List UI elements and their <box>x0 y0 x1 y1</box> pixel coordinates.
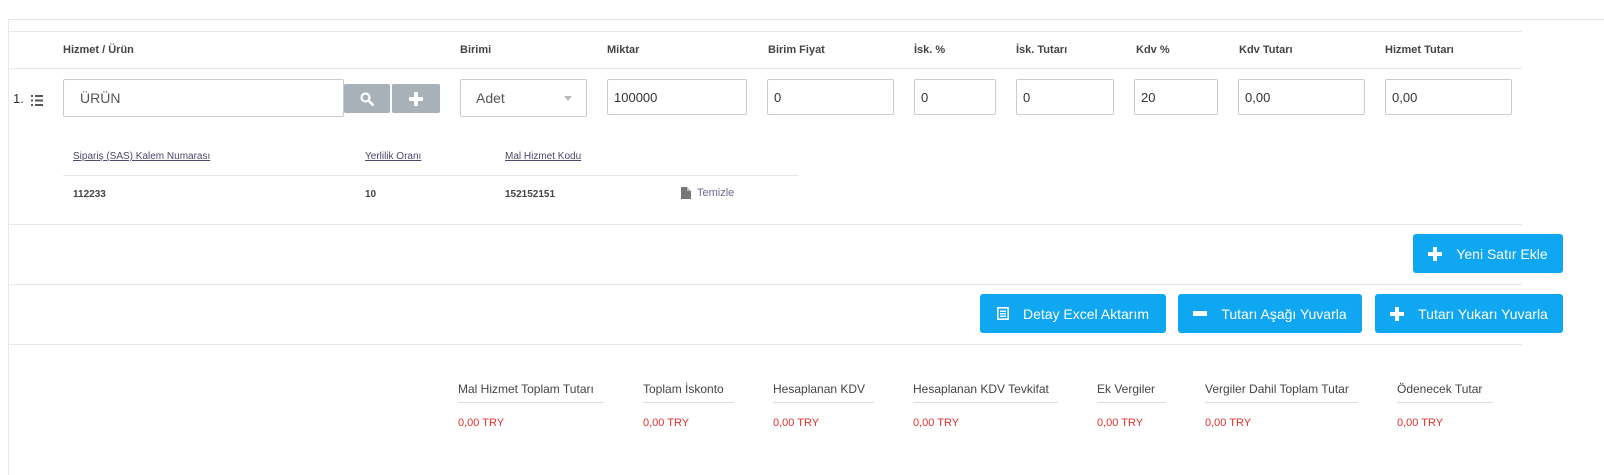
document-icon <box>996 307 1009 320</box>
discount-amount-input[interactable]: 0 <box>1016 79 1114 115</box>
plus-icon <box>409 91 423 106</box>
detail-header-order-line-no[interactable]: Sipariş (SAS) Kalem Numarası <box>73 151 210 162</box>
left-border <box>8 19 9 475</box>
detail-divider <box>63 175 798 176</box>
new-row-label: Yeni Satır Ekle <box>1456 245 1548 262</box>
quantity-input[interactable]: 100000 <box>607 79 747 115</box>
top-border <box>8 19 1604 20</box>
detail-value-locality-rate: 10 <box>365 189 377 200</box>
minus-icon <box>1193 311 1208 316</box>
vat-amount-input[interactable]: 0,00 <box>1238 79 1365 115</box>
total-label-vat-withholding: Hesaplanan KDV Tevkifat <box>913 382 1049 396</box>
add-product-button[interactable] <box>392 84 440 113</box>
col-header-quantity: Miktar <box>607 44 640 56</box>
plus-icon <box>1390 306 1405 321</box>
unit-select-value: Adet <box>476 90 505 106</box>
total-underline <box>1205 402 1358 403</box>
total-label-discount: Toplam İskonto <box>643 382 724 396</box>
actions-bottom-line <box>8 344 1522 345</box>
total-underline <box>773 402 874 403</box>
col-header-service: Hizmet / Ürün <box>63 44 134 56</box>
detail-value-order-line-no: 112233 <box>73 189 106 200</box>
total-underline <box>913 402 1058 403</box>
plus-icon <box>1428 246 1443 261</box>
total-value-goods-service: 0,00 TRY <box>458 417 505 429</box>
new-row-bottom-line <box>8 284 1522 285</box>
col-header-vat-pct: Kdv % <box>1136 44 1170 56</box>
total-value-vat: 0,00 TRY <box>773 417 820 429</box>
discount-pct-input[interactable]: 0 <box>914 79 996 115</box>
total-label-incl-taxes: Vergiler Dahil Toplam Tutar <box>1205 382 1349 396</box>
col-header-discount-amount: İsk. Tutarı <box>1016 44 1068 56</box>
total-underline <box>1097 402 1166 403</box>
total-label-additional-taxes: Ek Vergiler <box>1097 382 1156 396</box>
header-top-line <box>8 31 1522 32</box>
col-header-unit-price: Birim Fiyat <box>768 44 825 56</box>
new-row-button[interactable]: Yeni Satır Ekle <box>1413 234 1563 273</box>
round-up-label: Tutarı Yukarı Yuvarla <box>1418 305 1548 322</box>
round-up-button[interactable]: Tutarı Yukarı Yuvarla <box>1375 294 1563 333</box>
total-value-discount: 0,00 TRY <box>643 417 690 429</box>
total-underline <box>458 402 604 403</box>
clear-detail-label: Temizle <box>697 187 735 199</box>
detail-header-goods-service-code[interactable]: Mal Hizmet Kodu <box>505 151 581 162</box>
file-icon <box>681 187 691 199</box>
row-index: 1. <box>13 91 24 106</box>
total-value-additional-taxes: 0,00 TRY <box>1097 417 1144 429</box>
total-value-payable: 0,00 TRY <box>1397 417 1444 429</box>
chevron-down-icon <box>564 96 572 101</box>
excel-export-label: Detay Excel Aktarım <box>1022 305 1150 322</box>
unit-price-input[interactable]: 0 <box>767 79 894 115</box>
round-down-button[interactable]: Tutarı Aşağı Yuvarla <box>1178 294 1362 333</box>
row-bottom-line <box>8 224 1522 225</box>
search-icon <box>360 91 374 106</box>
total-underline <box>643 402 734 403</box>
total-label-vat: Hesaplanan KDV <box>773 382 866 396</box>
product-input[interactable]: ÜRÜN <box>63 79 344 117</box>
col-header-vat-amount: Kdv Tutarı <box>1239 44 1293 56</box>
col-header-service-amount: Hizmet Tutarı <box>1385 44 1454 56</box>
service-amount-input[interactable]: 0,00 <box>1385 79 1512 115</box>
unit-select[interactable]: Adet <box>460 79 587 117</box>
total-underline <box>1397 402 1493 403</box>
col-header-unit: Birimi <box>460 44 492 56</box>
detail-value-goods-service-code: 152152151 <box>505 189 556 200</box>
detail-header-locality-rate[interactable]: Yerlilik Oranı <box>365 151 421 162</box>
list-icon[interactable] <box>31 93 43 106</box>
total-label-payable: Ödenecek Tutar <box>1397 382 1483 396</box>
search-product-button[interactable] <box>344 84 390 113</box>
col-header-discount-pct: İsk. % <box>914 44 946 56</box>
vat-pct-input[interactable]: 20 <box>1134 79 1218 115</box>
round-down-label: Tutarı Aşağı Yuvarla <box>1221 305 1347 322</box>
total-value-incl-taxes: 0,00 TRY <box>1205 417 1252 429</box>
total-label-goods-service: Mal Hizmet Toplam Tutarı <box>458 382 594 396</box>
clear-detail-link[interactable]: Temizle <box>681 187 734 199</box>
total-value-vat-withholding: 0,00 TRY <box>913 417 960 429</box>
excel-export-button[interactable]: Detay Excel Aktarım <box>980 294 1166 333</box>
header-bottom-line <box>8 68 1522 69</box>
